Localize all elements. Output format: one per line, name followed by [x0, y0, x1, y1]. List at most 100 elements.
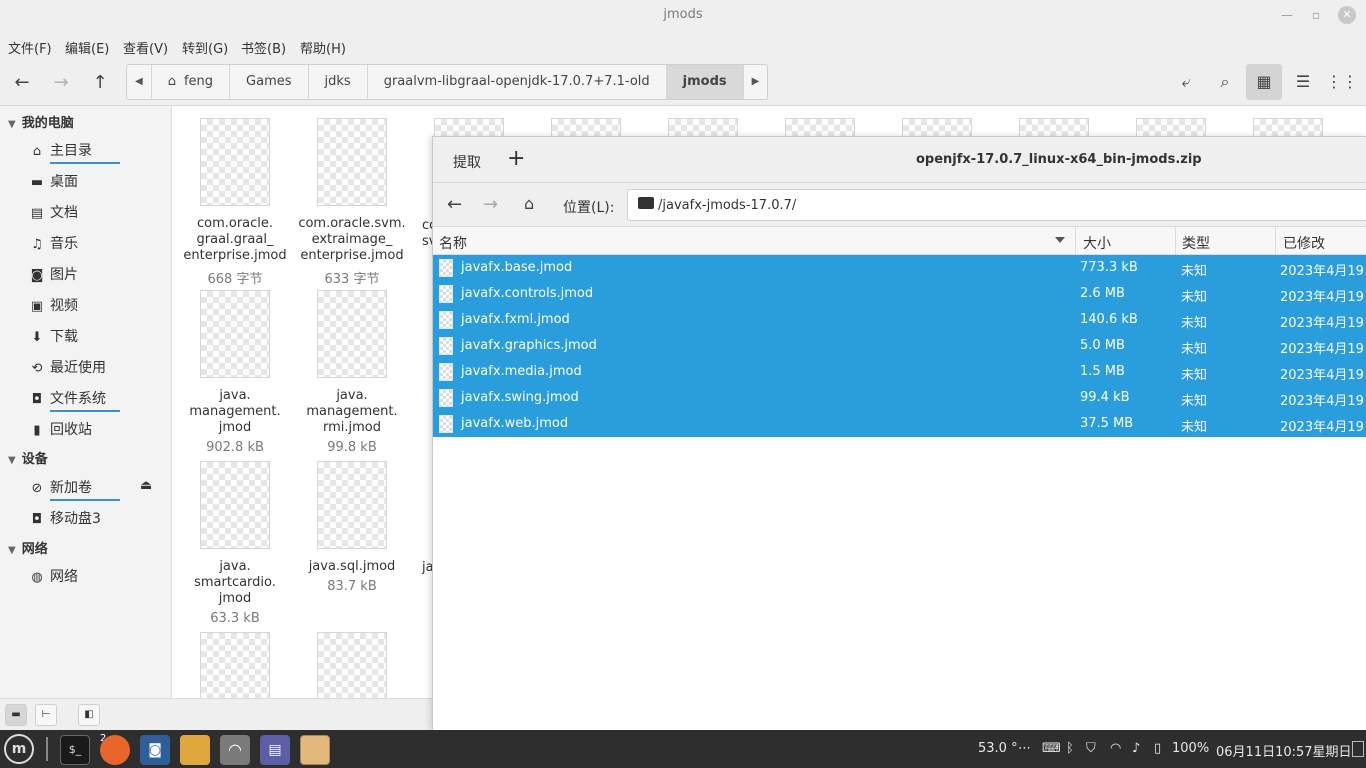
menu-help[interactable]: 帮助(H): [300, 38, 346, 57]
menu-go[interactable]: 转到(G): [182, 38, 228, 57]
sidebar-item-recent[interactable]: ⟲ 最近使用: [28, 357, 106, 377]
column-name[interactable]: 名称: [439, 233, 467, 253]
home-icon[interactable]: ⌂: [524, 194, 534, 213]
back-icon[interactable]: ←: [447, 194, 462, 215]
sidebar-item-desktop[interactable]: ▬ 桌面: [28, 171, 78, 191]
compact-view-icon[interactable]: ⋮⋮: [1324, 64, 1360, 100]
breadcrumb-current[interactable]: jmods: [666, 65, 744, 99]
file-item[interactable]: com.oracle. graal.graal_ enterprise.jmod…: [180, 118, 290, 287]
clock[interactable]: 06月11日10:57星期日: [1216, 741, 1352, 760]
sidebar-item-home[interactable]: ⌂ 主目录: [28, 140, 120, 164]
toggle-location-icon[interactable]: ⤶: [1168, 64, 1204, 100]
menu-view[interactable]: 查看(V): [123, 38, 168, 57]
sidebar-item-filesystem[interactable]: ◘ 文件系统: [28, 388, 120, 412]
wifi-icon[interactable]: ◠: [1110, 741, 1121, 756]
folder-icon: [638, 197, 654, 209]
file-item[interactable]: java.sql.jmod 83.7 kB: [297, 461, 407, 594]
sidebar-item-network[interactable]: ◍ 网络: [28, 566, 78, 586]
sidebar: ▼ 我的电脑 ⌂ 主目录 ▬ 桌面 ▤ 文档 ♫ 音乐 ◙ 图片 ▣ 视频 ⬇ 下载 ⟲ 最近使用…: [0, 106, 172, 698]
sidebar-item-music[interactable]: ♫ 音乐: [28, 233, 78, 253]
breadcrumb-item[interactable]: Games: [230, 65, 309, 99]
grid-view-icon[interactable]: ▦: [1246, 64, 1282, 100]
sidebar-section-computer[interactable]: ▼ 我的电脑: [8, 112, 74, 131]
shield-icon[interactable]: ⛉: [1086, 741, 1096, 756]
table-row[interactable]: javafx.controls.jmod 2.6 MB 未知 2023年4月19…: [433, 281, 1366, 307]
music-icon: ♫: [31, 237, 43, 252]
up-icon[interactable]: ↑: [87, 70, 113, 96]
more-icon[interactable]: ⋯: [1018, 741, 1031, 756]
file-icon: [439, 337, 453, 355]
search-icon[interactable]: ⌕: [1207, 64, 1243, 100]
table-row[interactable]: javafx.graphics.jmod 5.0 MB 未知 2023年4月19…: [433, 333, 1366, 359]
file-item[interactable]: [297, 632, 407, 698]
file-thumbnail: [317, 290, 387, 378]
breadcrumb-item[interactable]: jdks: [309, 65, 368, 99]
archive-manager-icon[interactable]: [300, 735, 330, 765]
sidebar-item-volume[interactable]: ⊘ 新加卷: [28, 477, 120, 501]
location-field[interactable]: /javafx-jmods-17.0.7/: [627, 189, 1366, 221]
column-size[interactable]: 大小: [1083, 233, 1111, 253]
sidebar-item-downloads[interactable]: ⬇ 下载: [28, 326, 78, 346]
breadcrumb-left-arrow[interactable]: ◀: [127, 65, 152, 99]
network-manager-icon[interactable]: ◠: [220, 735, 250, 765]
keyboard-icon[interactable]: ⌨: [1042, 741, 1061, 756]
desktop-icon: ▬: [30, 175, 44, 190]
trash-icon: ▮: [33, 423, 41, 438]
breadcrumb-right-arrow[interactable]: ▶: [744, 65, 768, 99]
sidebar-item-removable[interactable]: ◘ 移动盘3: [28, 508, 101, 528]
temperature-indicator[interactable]: 53.0 °: [978, 741, 1018, 756]
tree-icon[interactable]: ⊢: [35, 704, 57, 726]
close-button[interactable]: ✕: [1338, 6, 1356, 24]
sidebar-item-videos[interactable]: ▣ 视频: [28, 295, 78, 315]
file-item[interactable]: java. smartcardio. jmod 63.3 kB: [180, 461, 290, 626]
table-row[interactable]: javafx.media.jmod 1.5 MB 未知 2023年4月19日: [433, 359, 1366, 385]
breadcrumb-home[interactable]: ⌂ feng: [152, 65, 231, 99]
file-item[interactable]: [180, 632, 290, 698]
volume-icon[interactable]: ♪: [1132, 741, 1140, 756]
firefox-icon[interactable]: [100, 735, 130, 765]
list-view-icon[interactable]: ☰: [1285, 64, 1321, 100]
places-icon[interactable]: ▬: [5, 704, 27, 726]
menu-icon[interactable]: m: [4, 734, 34, 764]
bluetooth-icon[interactable]: ᛒ: [1066, 741, 1074, 756]
menu-bookmarks[interactable]: 书签(B): [241, 38, 286, 57]
sidebar-item-documents[interactable]: ▤ 文档: [28, 202, 78, 222]
show-desktop-icon[interactable]: [1352, 741, 1364, 757]
table-row[interactable]: javafx.web.jmod 37.5 MB 未知 2023年4月19日: [433, 411, 1366, 437]
table-row[interactable]: javafx.base.jmod 773.3 kB 未知 2023年4月19日: [433, 255, 1366, 281]
terminal-icon[interactable]: $_: [60, 735, 90, 765]
table-row[interactable]: javafx.swing.jmod 99.4 kB 未知 2023年4月19日: [433, 385, 1366, 411]
extract-button[interactable]: 提取: [453, 152, 481, 172]
sort-down-icon[interactable]: [1055, 237, 1065, 243]
file-thumbnail: [200, 632, 270, 698]
battery-icon[interactable]: ▯: [1154, 741, 1161, 756]
column-modified[interactable]: 已修改: [1283, 233, 1325, 253]
file-item[interactable]: java. management. rmi.jmod 99.8 kB: [297, 290, 407, 455]
minimize-button[interactable]: —: [1278, 6, 1296, 24]
battery-level: 100%: [1172, 741, 1210, 756]
table-row[interactable]: javafx.fxml.jmod 140.6 kB 未知 2023年4月19日: [433, 307, 1366, 333]
sidebar-item-pictures[interactable]: ◙ 图片: [28, 264, 78, 284]
sidebar-section-network[interactable]: ▼ 网络: [8, 538, 48, 557]
file-item[interactable]: java. management. jmod 902.8 kB: [180, 290, 290, 455]
text-editor-icon[interactable]: ▤: [260, 735, 290, 765]
eject-icon[interactable]: ⏏: [140, 478, 152, 493]
sidebar-item-trash[interactable]: ▮ 回收站: [28, 419, 92, 439]
column-type[interactable]: 类型: [1182, 233, 1210, 253]
file-item[interactable]: com.oracle.svm. extraimage_ enterprise.j…: [297, 118, 407, 287]
back-icon[interactable]: ←: [9, 70, 35, 96]
add-icon[interactable]: +: [507, 146, 525, 171]
file-thumbnail: [317, 632, 387, 698]
breadcrumb-item[interactable]: graalvm-libgraal-openjdk-17.0.7+7.1-old: [368, 65, 667, 99]
menu-file[interactable]: 文件(F): [8, 38, 52, 57]
sidebar-section-devices[interactable]: ▼ 设备: [8, 448, 48, 467]
file-name: com.oracle.svm. extraimage_ enterprise.j…: [298, 216, 406, 263]
maximize-button[interactable]: ▫: [1307, 6, 1325, 24]
forward-icon[interactable]: →: [48, 70, 74, 96]
screenshot-icon[interactable]: ◙: [140, 735, 170, 765]
menu-edit[interactable]: 编辑(E): [65, 38, 109, 57]
hide-sidebar-icon[interactable]: ◧: [78, 704, 100, 726]
forward-icon[interactable]: →: [483, 194, 498, 215]
row-modified: 2023年4月19日: [1280, 264, 1366, 279]
files-icon[interactable]: [180, 735, 210, 765]
